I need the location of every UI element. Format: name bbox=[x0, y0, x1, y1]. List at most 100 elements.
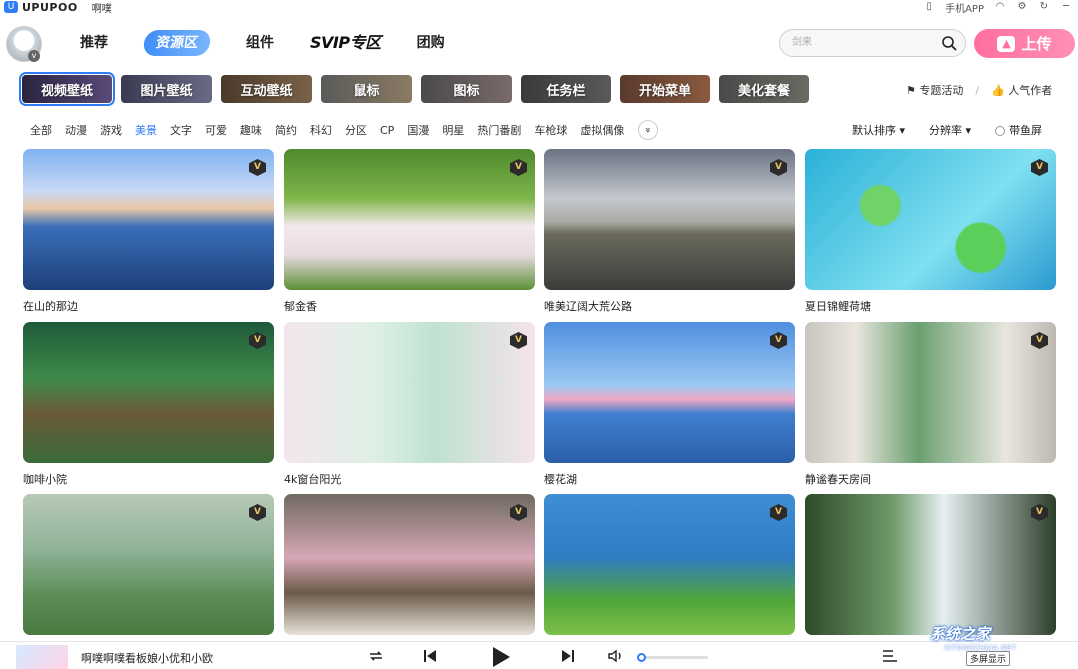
tag-item[interactable]: 科幻 bbox=[310, 122, 332, 138]
wallpaper-thumbnail[interactable]: V bbox=[544, 494, 795, 635]
category-taskbar[interactable]: 任务栏 bbox=[521, 75, 611, 103]
vip-badge-icon: V bbox=[249, 159, 266, 176]
tag-item[interactable]: 国漫 bbox=[407, 122, 429, 138]
volume-slider[interactable] bbox=[637, 653, 708, 662]
wallpaper-thumbnail[interactable]: V bbox=[805, 149, 1056, 290]
wallpaper-thumbnail[interactable]: V bbox=[284, 149, 535, 290]
track-cover[interactable] bbox=[16, 645, 68, 669]
wallpaper-card[interactable]: V 樱花湖 bbox=[544, 322, 795, 486]
tag-item[interactable]: 游戏 bbox=[100, 122, 122, 138]
avatar-dropdown-icon[interactable]: v bbox=[28, 50, 40, 62]
vip-badge-icon: V bbox=[1031, 504, 1048, 521]
play-icon[interactable] bbox=[488, 645, 514, 669]
volume-knob[interactable] bbox=[637, 653, 646, 662]
category-image-wallpaper[interactable]: 图片壁纸 bbox=[121, 75, 212, 103]
main-nav: 推荐 资源区 组件 SVIP专区 团购 bbox=[80, 30, 481, 56]
watermark: 系统之家 XITONGZHIJIA.NET bbox=[930, 625, 1017, 652]
minimize-icon[interactable]: ─ bbox=[1060, 1, 1072, 13]
tag-item[interactable]: 可爱 bbox=[205, 122, 227, 138]
wallpaper-title[interactable]: 唯美辽阔大荒公路 bbox=[544, 298, 795, 313]
wallpaper-card[interactable]: V bbox=[805, 494, 1056, 635]
app-window: U UPUPOO 啊噗 ▯ 手机APP ◠ ⚙ ↻ ─ v 推荐 资源区 组件 … bbox=[0, 0, 1078, 669]
tag-item[interactable]: CP bbox=[380, 124, 394, 137]
tag-item[interactable]: 全部 bbox=[30, 122, 52, 138]
upload-button[interactable]: ▲ 上传 bbox=[974, 29, 1075, 58]
sort-dropdown[interactable]: 默认排序 ▾ bbox=[852, 122, 905, 138]
wallpaper-card[interactable]: V 郁金香 bbox=[284, 149, 535, 313]
search-icon[interactable] bbox=[941, 35, 957, 51]
category-interactive-wallpaper[interactable]: 互动壁纸 bbox=[221, 75, 312, 103]
tag-item[interactable]: 虚拟偶像 bbox=[580, 122, 624, 138]
wallpaper-title[interactable]: 在山的那边 bbox=[23, 298, 274, 313]
nav-resources[interactable]: 资源区 bbox=[142, 30, 212, 56]
wallpaper-thumbnail[interactable]: V bbox=[544, 322, 795, 463]
wallpaper-thumbnail[interactable]: V bbox=[23, 322, 274, 463]
tag-item[interactable]: 趣味 bbox=[240, 122, 262, 138]
category-video-wallpaper[interactable]: 视频壁纸 bbox=[19, 72, 115, 106]
resolution-dropdown[interactable]: 分辨率 ▾ bbox=[929, 122, 971, 138]
tag-item[interactable]: 热门番剧 bbox=[477, 122, 521, 138]
track-title[interactable]: 啊噗啊噗看板娘小优和小欧 bbox=[81, 650, 213, 666]
repeat-icon[interactable] bbox=[366, 647, 386, 665]
wallpaper-title[interactable]: 静谧春天房间 bbox=[805, 471, 1056, 486]
nav-widgets[interactable]: 组件 bbox=[246, 30, 274, 56]
wallpaper-card[interactable]: V bbox=[544, 494, 795, 635]
wallpaper-title[interactable]: 郁金香 bbox=[284, 298, 535, 313]
topic-link[interactable]: ⚑ 专题活动 bbox=[906, 82, 963, 98]
nav-group-buy[interactable]: 团购 bbox=[417, 30, 445, 56]
search-box[interactable]: 剑来 bbox=[779, 29, 966, 57]
category-icons[interactable]: 图标 bbox=[421, 75, 512, 103]
wallpaper-title[interactable]: 咖啡小院 bbox=[23, 471, 274, 486]
next-icon[interactable] bbox=[558, 647, 578, 665]
previous-icon[interactable] bbox=[420, 647, 440, 665]
wallpaper-title[interactable]: 4k窗台阳光 bbox=[284, 471, 535, 486]
headset-icon[interactable]: ◠ bbox=[994, 1, 1006, 13]
mobile-app-link[interactable]: 手机APP bbox=[945, 0, 984, 15]
tag-item[interactable]: 车枪球 bbox=[534, 122, 567, 138]
wallpaper-card[interactable]: V 静谧春天房间 bbox=[805, 322, 1056, 486]
tag-item[interactable]: 文字 bbox=[170, 122, 192, 138]
settings-icon[interactable]: ⚙ bbox=[1016, 1, 1028, 13]
wallpaper-title[interactable]: 夏日锦鲤荷塘 bbox=[805, 298, 1056, 313]
volume-icon[interactable] bbox=[606, 647, 626, 665]
category-themes[interactable]: 美化套餐 bbox=[719, 75, 809, 103]
tag-item[interactable]: 明星 bbox=[442, 122, 464, 138]
wallpaper-card[interactable]: V 夏日锦鲤荷塘 bbox=[805, 149, 1056, 313]
wallpaper-thumbnail[interactable]: V bbox=[544, 149, 795, 290]
wallpaper-title[interactable]: 樱花湖 bbox=[544, 471, 795, 486]
wallpaper-card[interactable]: V 4k窗台阳光 bbox=[284, 322, 535, 486]
wallpaper-thumbnail[interactable]: V bbox=[805, 494, 1056, 635]
wallpaper-card[interactable]: V 咖啡小院 bbox=[23, 322, 274, 486]
tag-item[interactable]: 动漫 bbox=[65, 122, 87, 138]
popular-authors-link[interactable]: 👍 人气作者 bbox=[991, 82, 1052, 98]
with-fish-toggle[interactable]: 带鱼屏 bbox=[995, 122, 1042, 138]
tag-item[interactable]: 美景 bbox=[135, 122, 157, 138]
category-cursor[interactable]: 鼠标 bbox=[321, 75, 412, 103]
search-input[interactable]: 剑来 bbox=[792, 30, 812, 56]
wallpaper-thumbnail[interactable]: V bbox=[23, 494, 274, 635]
phone-icon[interactable]: ▯ bbox=[923, 1, 935, 13]
wallpaper-thumbnail[interactable]: V bbox=[284, 322, 535, 463]
music-player-bar: 啊噗啊噗看板娘小优和小欧 多屏显示 bbox=[0, 641, 1078, 669]
tag-item[interactable]: 分区 bbox=[345, 122, 367, 138]
multi-screen-button[interactable]: 多屏显示 bbox=[966, 651, 1011, 666]
tag-filter-row: 全部 动漫 游戏 美景 文字 可爱 趣味 简约 科幻 分区 CP 国漫 明星 热门番剧 车枪球 虚拟偶像 » bbox=[30, 120, 659, 140]
wallpaper-card[interactable]: V 唯美辽阔大荒公路 bbox=[544, 149, 795, 313]
user-name[interactable]: 啊噗 bbox=[92, 0, 112, 15]
title-bar: U UPUPOO 啊噗 ▯ 手机APP ◠ ⚙ ↻ ─ bbox=[0, 0, 1078, 15]
refresh-icon[interactable]: ↻ bbox=[1038, 1, 1050, 13]
wallpaper-thumbnail[interactable]: V bbox=[284, 494, 535, 635]
expand-tags-icon[interactable]: » bbox=[638, 120, 659, 140]
category-start-menu[interactable]: 开始菜单 bbox=[620, 75, 710, 103]
nav-svip[interactable]: SVIP专区 bbox=[310, 30, 381, 56]
tag-item[interactable]: 简约 bbox=[275, 122, 297, 138]
separator: / bbox=[975, 83, 980, 97]
wallpaper-card[interactable]: V bbox=[23, 494, 274, 635]
wallpaper-thumbnail[interactable]: V bbox=[805, 322, 1056, 463]
wallpaper-card[interactable]: V bbox=[284, 494, 535, 635]
playlist-icon[interactable] bbox=[880, 647, 900, 665]
wallpaper-card[interactable]: V 在山的那边 bbox=[23, 149, 274, 313]
wallpaper-thumbnail[interactable]: V bbox=[23, 149, 274, 290]
nav-recommend[interactable]: 推荐 bbox=[80, 30, 108, 56]
header: v 推荐 资源区 组件 SVIP专区 团购 剑来 ▲ 上传 bbox=[0, 24, 1078, 64]
